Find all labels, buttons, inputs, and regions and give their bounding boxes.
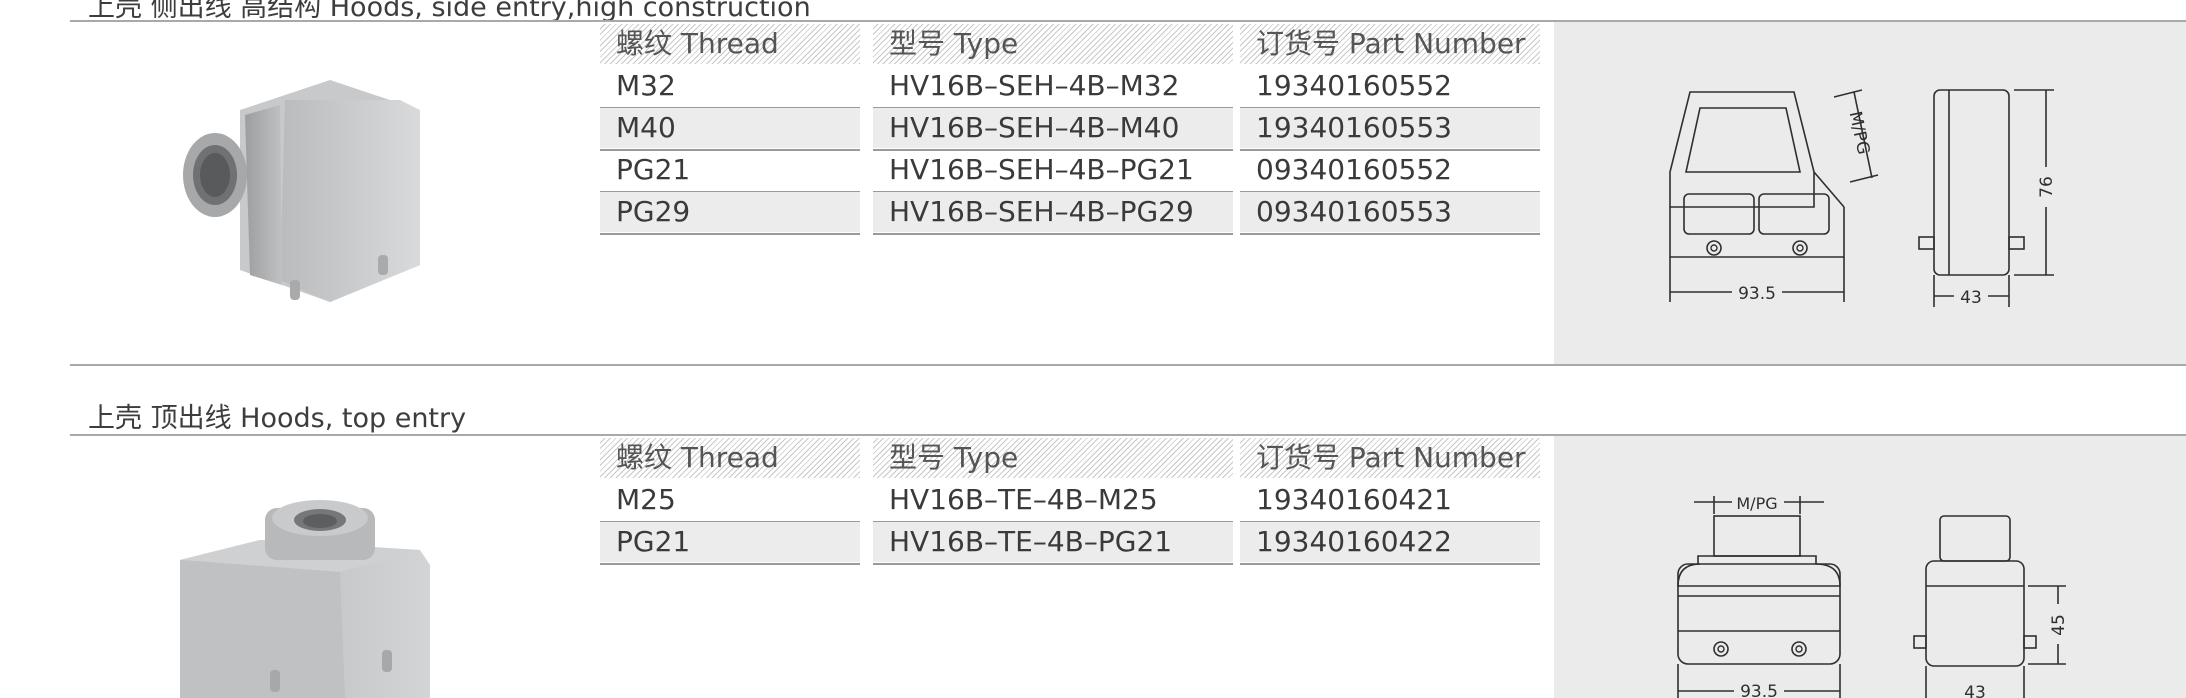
table-row-type: HV16B–SEH–4B–PG29 xyxy=(873,192,1233,232)
section-divider xyxy=(70,364,2186,366)
table-row-part: 09340160553 xyxy=(1240,192,1540,232)
header-part-number: 订货号 Part Number xyxy=(1240,438,1540,478)
technical-drawing-side-entry: 93.5 43 76 M/PG xyxy=(1554,22,2186,364)
table-row-part: 19340160552 xyxy=(1256,69,1452,102)
table-row-thread: PG29 xyxy=(600,192,860,232)
dimension-width-label: 93.5 xyxy=(1738,284,1776,304)
dimension-depth-label: 43 xyxy=(1964,683,1986,698)
dimension-depth-label: 43 xyxy=(1960,288,1982,308)
section-title-top-entry: 上壳 顶出线 Hoods, top entry xyxy=(88,403,467,434)
hood-side-entry-photo xyxy=(183,80,420,302)
table-row-thread: M40 xyxy=(600,108,860,148)
header-type: 型号 Type xyxy=(873,24,1233,64)
table-row-part: 09340160552 xyxy=(1256,153,1452,186)
table-row-thread: PG21 xyxy=(600,522,860,562)
header-thread: 螺纹 Thread xyxy=(600,438,860,478)
dimension-height-label: 45 xyxy=(2049,614,2069,636)
table-row-type: HV16B–SEH–4B–M40 xyxy=(873,108,1233,148)
entry-thread-label: M/PG xyxy=(1845,109,1874,156)
hood-top-entry-photo xyxy=(180,500,430,698)
dimension-height-label: 76 xyxy=(2037,176,2057,198)
table-row-part: 19340160421 xyxy=(1256,483,1452,516)
table-row-thread: PG21 xyxy=(616,153,691,186)
technical-drawing-top-entry: M/PG 93.5 45 43 xyxy=(1554,436,2186,698)
table-row-type: HV16B–TE–4B–PG21 xyxy=(873,522,1233,562)
header-type: 型号 Type xyxy=(873,438,1233,478)
table-row-thread: M25 xyxy=(616,483,676,516)
header-thread: 螺纹 Thread xyxy=(600,24,860,64)
entry-thread-label: M/PG xyxy=(1736,494,1777,513)
table-row-part: 19340160553 xyxy=(1240,108,1540,148)
table-row-type: HV16B–TE–4B–M25 xyxy=(889,483,1158,516)
table-row-thread: M32 xyxy=(616,69,676,102)
header-part-number: 订货号 Part Number xyxy=(1240,24,1540,64)
table-row-type: HV16B–SEH–4B–M32 xyxy=(889,69,1180,102)
dimension-width-label: 93.5 xyxy=(1740,682,1778,698)
table-row-part: 19340160422 xyxy=(1240,522,1540,562)
table-row-type: HV16B–SEH–4B–PG21 xyxy=(889,153,1194,186)
